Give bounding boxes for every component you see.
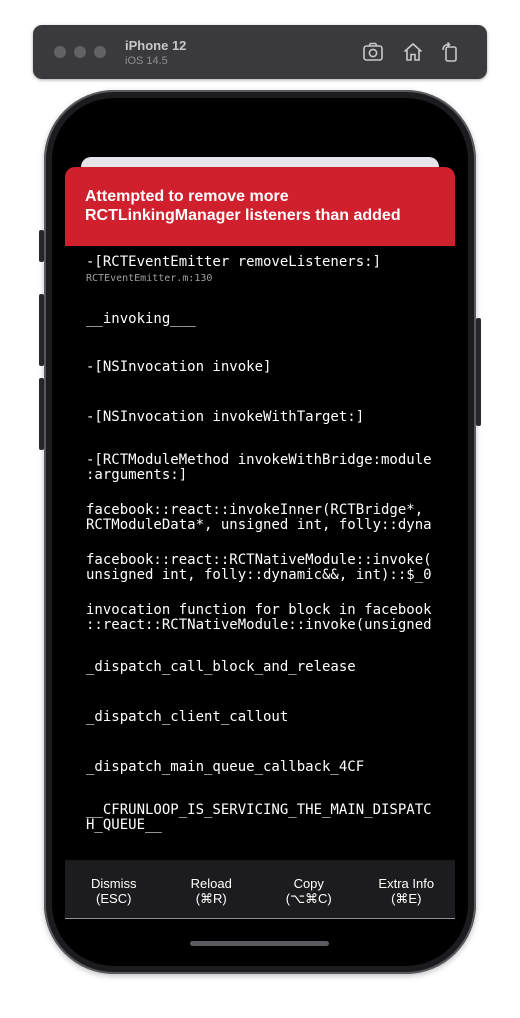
reload-shortcut: (⌘R)	[195, 891, 227, 906]
stack-frame[interactable]: -[NSInvocation invokeWithTarget:]	[86, 410, 446, 425]
stack-frame[interactable]: _dispatch_main_queue_callback_4CF	[86, 760, 446, 775]
rotate-icon[interactable]	[438, 40, 462, 64]
frame-name: -[RCTEventEmitter removeListeners:]	[86, 254, 382, 270]
stack-frame[interactable]: facebook::react::invokeInner(RCTBridge*,…	[86, 503, 446, 533]
frame-name: -[NSInvocation invokeWithTarget:]	[86, 409, 365, 425]
copy-shortcut: (⌥⌘C)	[285, 891, 332, 906]
home-indicator[interactable]	[190, 941, 329, 946]
frame-name: facebook::react::invokeInner(RCTBridge*,…	[86, 502, 432, 533]
frame-name: _dispatch_client_callout	[86, 709, 289, 725]
frame-file: RCTEventEmitter.m:130	[86, 273, 213, 284]
action-bar: Dismiss (ESC) Reload (⌘R) Copy (⌥⌘C) Ext…	[65, 860, 455, 918]
phone-screen: Attempted to remove more RCTLinkingManag…	[52, 98, 468, 966]
extra-info-button[interactable]: Extra Info (⌘E)	[358, 860, 456, 918]
footer-divider	[65, 918, 455, 919]
minimize-window-button[interactable]	[74, 46, 86, 58]
copy-button[interactable]: Copy (⌥⌘C)	[260, 860, 358, 918]
screenshot-icon[interactable]	[361, 40, 385, 64]
zoom-window-button[interactable]	[94, 46, 106, 58]
dismiss-shortcut: (ESC)	[96, 891, 132, 906]
simulator-toolbar: iPhone 12 iOS 14.5	[33, 25, 487, 79]
stack-frame[interactable]: __invoking___	[86, 312, 446, 327]
frame-name: facebook::react::RCTNativeModule::invoke…	[86, 552, 432, 583]
frame-name: _dispatch_call_block_and_release	[86, 659, 356, 675]
frame-name: -[RCTModuleMethod invokeWithBridge:modul…	[86, 452, 432, 483]
frame-name: __invoking___	[86, 311, 196, 327]
stack-frame[interactable]: invocation function for block in faceboo…	[86, 603, 446, 633]
extra-info-shortcut: (⌘E)	[391, 891, 422, 906]
os-version: iOS 14.5	[125, 55, 168, 67]
device-name: iPhone 12	[125, 38, 187, 53]
frame-name: _dispatch_main_queue_callback_4CF	[86, 759, 365, 775]
frame-name: -[NSInvocation invoke]	[86, 359, 272, 375]
frame-name: invocation function for block in faceboo…	[86, 602, 432, 633]
copy-label: Copy	[293, 876, 324, 891]
stack-frame[interactable]: -[RCTModuleMethod invokeWithBridge:modul…	[86, 453, 446, 483]
reload-button[interactable]: Reload (⌘R)	[163, 860, 261, 918]
dismiss-label: Dismiss	[91, 876, 137, 891]
extra-info-label: Extra Info	[378, 876, 435, 891]
stack-frame[interactable]: facebook::react::RCTNativeModule::invoke…	[86, 553, 446, 583]
stack-frame[interactable]: -[RCTEventEmitter removeListeners:] RCTE…	[86, 254, 446, 285]
close-window-button[interactable]	[54, 46, 66, 58]
error-title: Attempted to remove more RCTLinkingManag…	[65, 167, 455, 246]
stack-frame[interactable]: __CFRUNLOOP_IS_SERVICING_THE_MAIN_DISPAT…	[86, 803, 446, 833]
dismiss-button[interactable]: Dismiss (ESC)	[65, 860, 163, 918]
frame-name: __CFRUNLOOP_IS_SERVICING_THE_MAIN_DISPAT…	[86, 802, 432, 833]
stack-frame[interactable]: _dispatch_call_block_and_release	[86, 660, 446, 675]
stack-frame[interactable]: -[NSInvocation invoke]	[86, 360, 446, 375]
home-icon[interactable]	[401, 40, 425, 64]
stack-frame[interactable]: _dispatch_client_callout	[86, 710, 446, 725]
reload-label: Reload	[190, 876, 232, 891]
power-button	[476, 318, 481, 426]
